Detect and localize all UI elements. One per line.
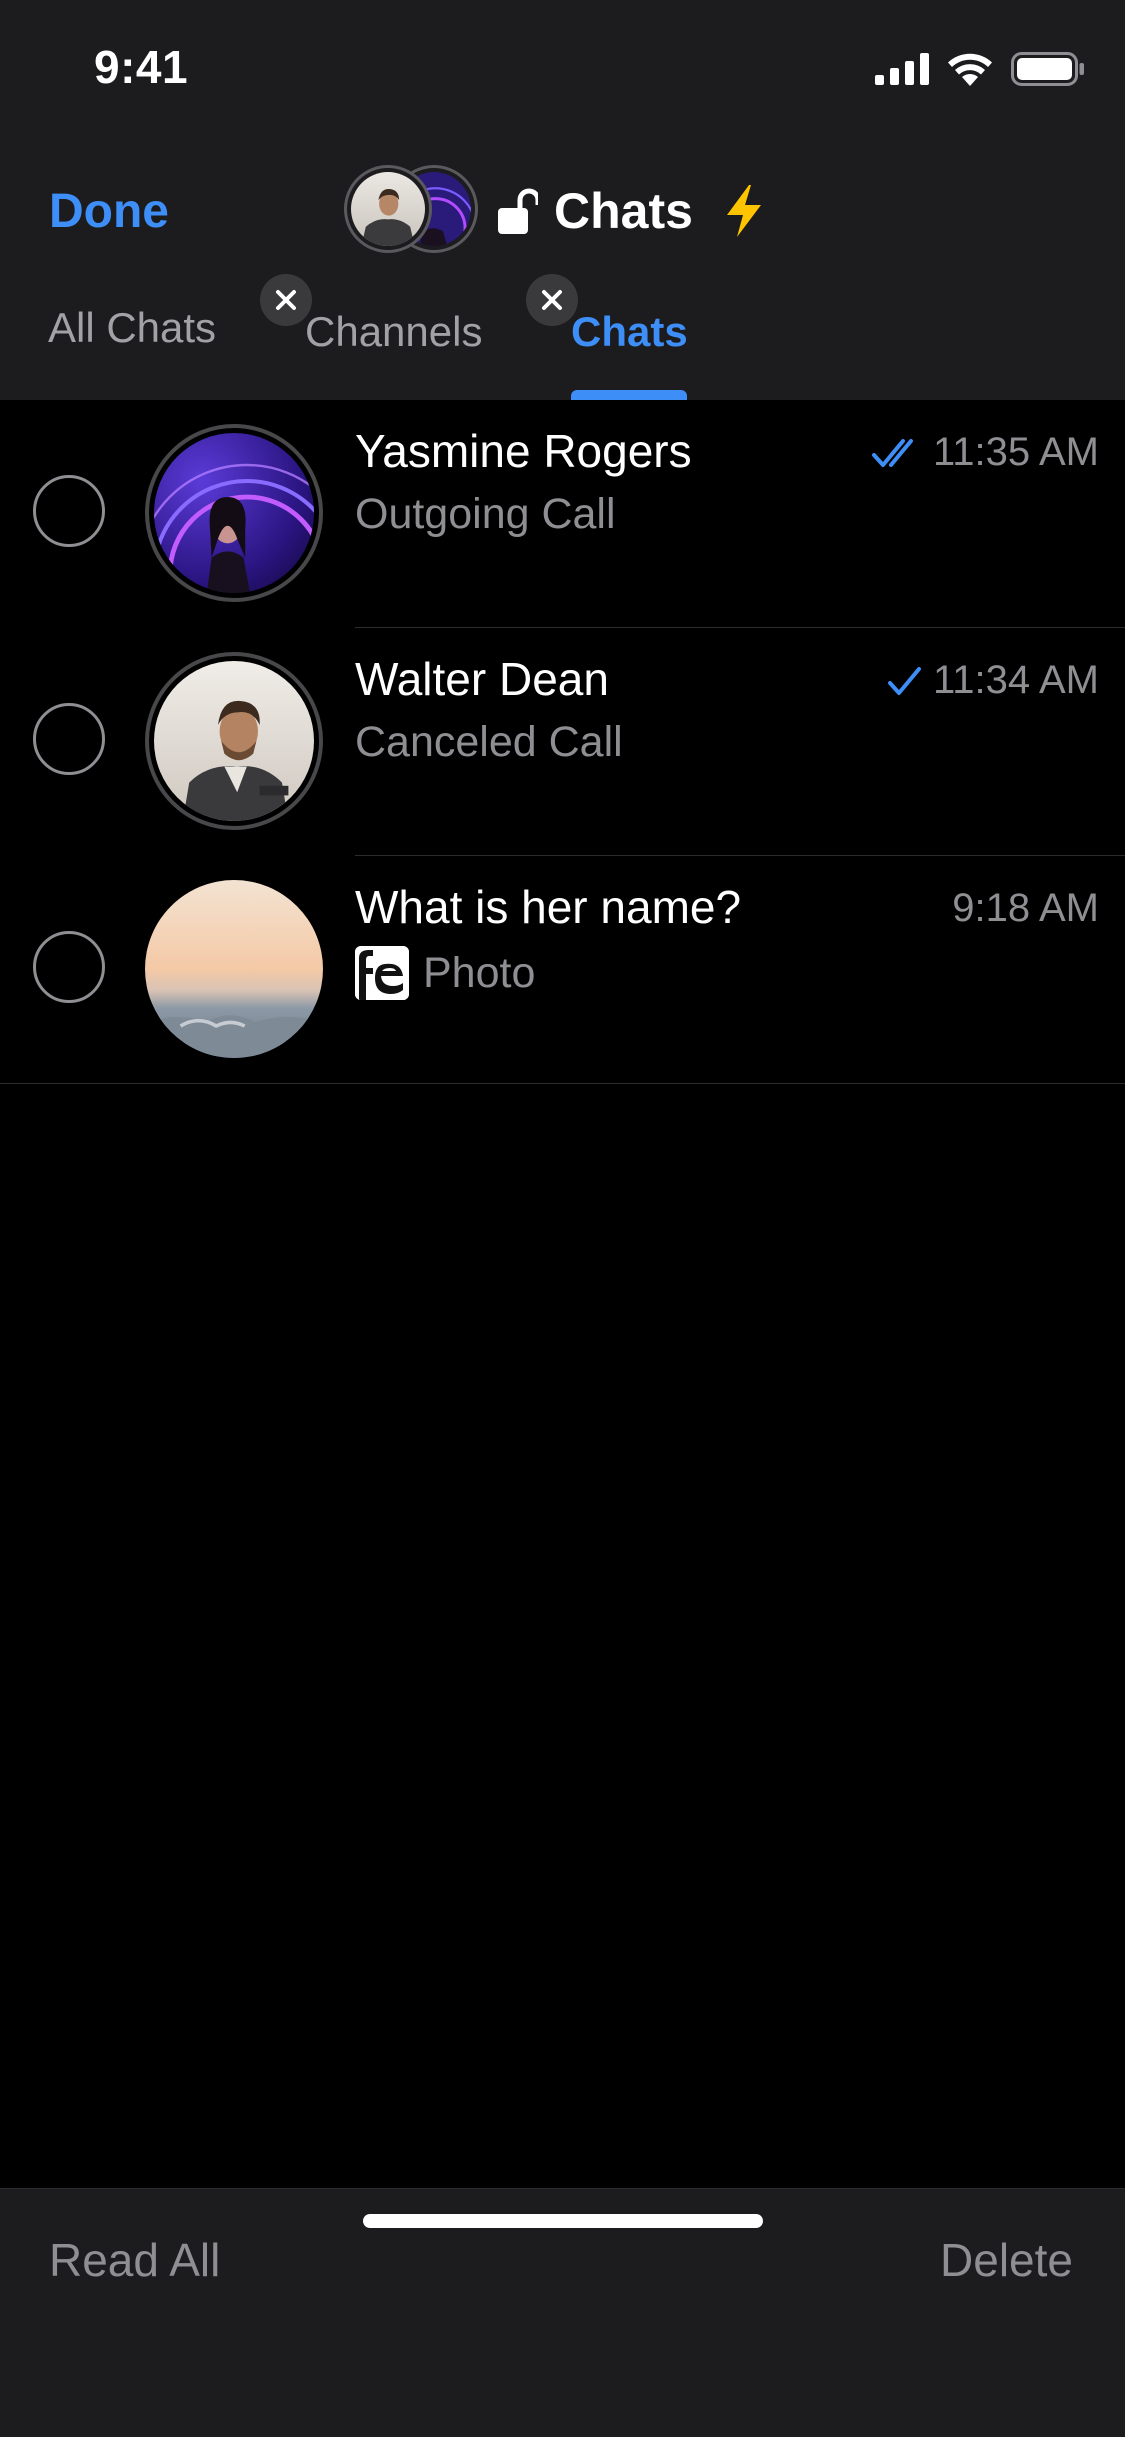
chat-list: Yasmine Rogers Outgoing Call 11:35 AM Wa… — [0, 400, 1125, 1084]
close-icon — [276, 290, 296, 310]
chat-time: 11:35 AM — [871, 430, 1099, 475]
select-checkbox[interactable] — [33, 475, 105, 547]
chat-name: Yasmine Rogers — [355, 425, 692, 477]
chat-row-yasmine-rogers[interactable]: Yasmine Rogers Outgoing Call 11:35 AM — [0, 400, 1125, 628]
status-bar-time: 9:41 — [94, 41, 189, 93]
chat-preview: Outgoing Call — [355, 490, 616, 539]
photo-thumbnail — [355, 946, 409, 1000]
chat-preview-text: Outgoing Call — [355, 490, 616, 538]
select-checkbox[interactable] — [33, 703, 105, 775]
chat-row-what-is-her-name[interactable]: What is her name? Photo 9:18 AM — [0, 856, 1125, 1084]
close-icon — [542, 290, 562, 310]
wifi-icon — [948, 53, 992, 86]
delete-button[interactable]: Delete — [940, 2233, 1073, 2287]
chat-time-text: 9:18 AM — [952, 886, 1099, 930]
double-checkmark-icon — [871, 438, 913, 467]
chat-preview: Canceled Call — [355, 718, 623, 767]
select-checkbox[interactable] — [33, 931, 105, 1003]
chat-time: 11:34 AM — [887, 658, 1099, 703]
cellular-signal-icon — [875, 53, 929, 85]
status-bar-icons — [875, 46, 1085, 92]
avatar-walter-dean[interactable] — [145, 652, 323, 830]
avatar-group-photo[interactable] — [145, 880, 323, 1058]
tab-channels[interactable]: Channels — [305, 308, 482, 356]
story-avatar-stack[interactable] — [344, 165, 478, 257]
battery-icon — [1011, 52, 1084, 86]
avatar-yasmine-rogers[interactable] — [145, 424, 323, 602]
tab-all-chats[interactable]: All Chats — [48, 304, 216, 352]
chat-name: What is her name? — [355, 881, 742, 933]
checkmark-icon — [887, 666, 921, 695]
chat-time-text: 11:35 AM — [932, 430, 1099, 474]
read-all-button[interactable]: Read All — [49, 2233, 220, 2287]
header-title-group[interactable]: Chats — [344, 165, 767, 257]
done-button[interactable]: Done — [49, 184, 169, 239]
active-tab-indicator — [571, 390, 687, 400]
tab-chats[interactable]: Chats — [571, 308, 688, 356]
chat-time: 9:18 AM — [952, 886, 1099, 931]
chat-time-text: 11:34 AM — [932, 658, 1099, 702]
chat-preview-text: Canceled Call — [355, 718, 623, 766]
lock-open-icon — [498, 188, 538, 234]
lightning-bolt-icon — [726, 185, 761, 237]
header-title: Chats — [554, 183, 693, 239]
row-divider — [0, 1083, 1125, 1084]
chat-preview-text: Photo — [423, 948, 536, 997]
chat-name: Walter Dean — [355, 653, 609, 705]
story-avatar-walter[interactable] — [344, 165, 432, 253]
chat-row-walter-dean[interactable]: Walter Dean Canceled Call 11:34 AM — [0, 628, 1125, 856]
home-indicator[interactable] — [363, 2214, 763, 2228]
navigation-header: 9:41 Done Chats All Chats Channels Chats — [0, 0, 1125, 400]
chat-preview: Photo — [355, 946, 535, 1000]
